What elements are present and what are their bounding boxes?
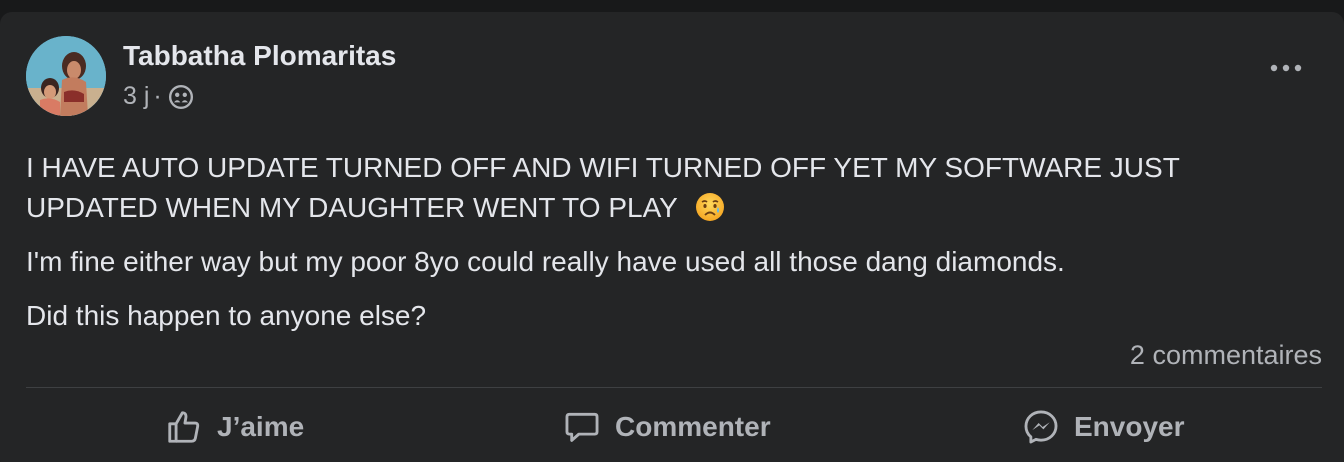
meta-separator: ·: [153, 82, 162, 110]
post-card: Tabbatha Plomaritas 3 j · I HAVE AUTO UP…: [0, 12, 1344, 462]
comments-count-link[interactable]: 2 commentaires: [1130, 340, 1322, 371]
comment-label: Commenter: [615, 411, 771, 442]
sad-tear-emoji-icon: [695, 192, 724, 221]
friends-icon[interactable]: [168, 84, 194, 110]
thumbs-up-icon: [168, 411, 200, 443]
post-paragraph: I'm fine either way but my poor 8yo coul…: [26, 246, 1065, 277]
avatar-photo: [26, 36, 106, 116]
like-button[interactable]: J’aime: [165, 408, 304, 446]
post-paragraph: I HAVE AUTO UPDATE TURNED OFF AND WIFI T…: [26, 148, 1316, 228]
post-body: I HAVE AUTO UPDATE TURNED OFF AND WIFI T…: [26, 148, 1316, 336]
more-options-icon[interactable]: [1268, 60, 1304, 76]
comment-bubble-icon: [565, 412, 599, 442]
like-label: J’aime: [217, 411, 305, 442]
send-label: Envoyer: [1074, 411, 1185, 442]
post-paragraph: Did this happen to anyone else?: [26, 300, 427, 331]
actions-divider: [26, 387, 1322, 388]
post-time[interactable]: 3 j: [123, 82, 149, 111]
author-avatar[interactable]: [26, 36, 106, 116]
messenger-icon: [1024, 410, 1058, 444]
post-meta: 3 j ·: [123, 82, 194, 111]
post-paragraph-text: I HAVE AUTO UPDATE TURNED OFF AND WIFI T…: [26, 152, 1180, 223]
comment-button[interactable]: Commenter: [563, 408, 771, 446]
author-name[interactable]: Tabbatha Plomaritas: [123, 40, 396, 72]
send-button[interactable]: Envoyer: [1022, 408, 1185, 446]
